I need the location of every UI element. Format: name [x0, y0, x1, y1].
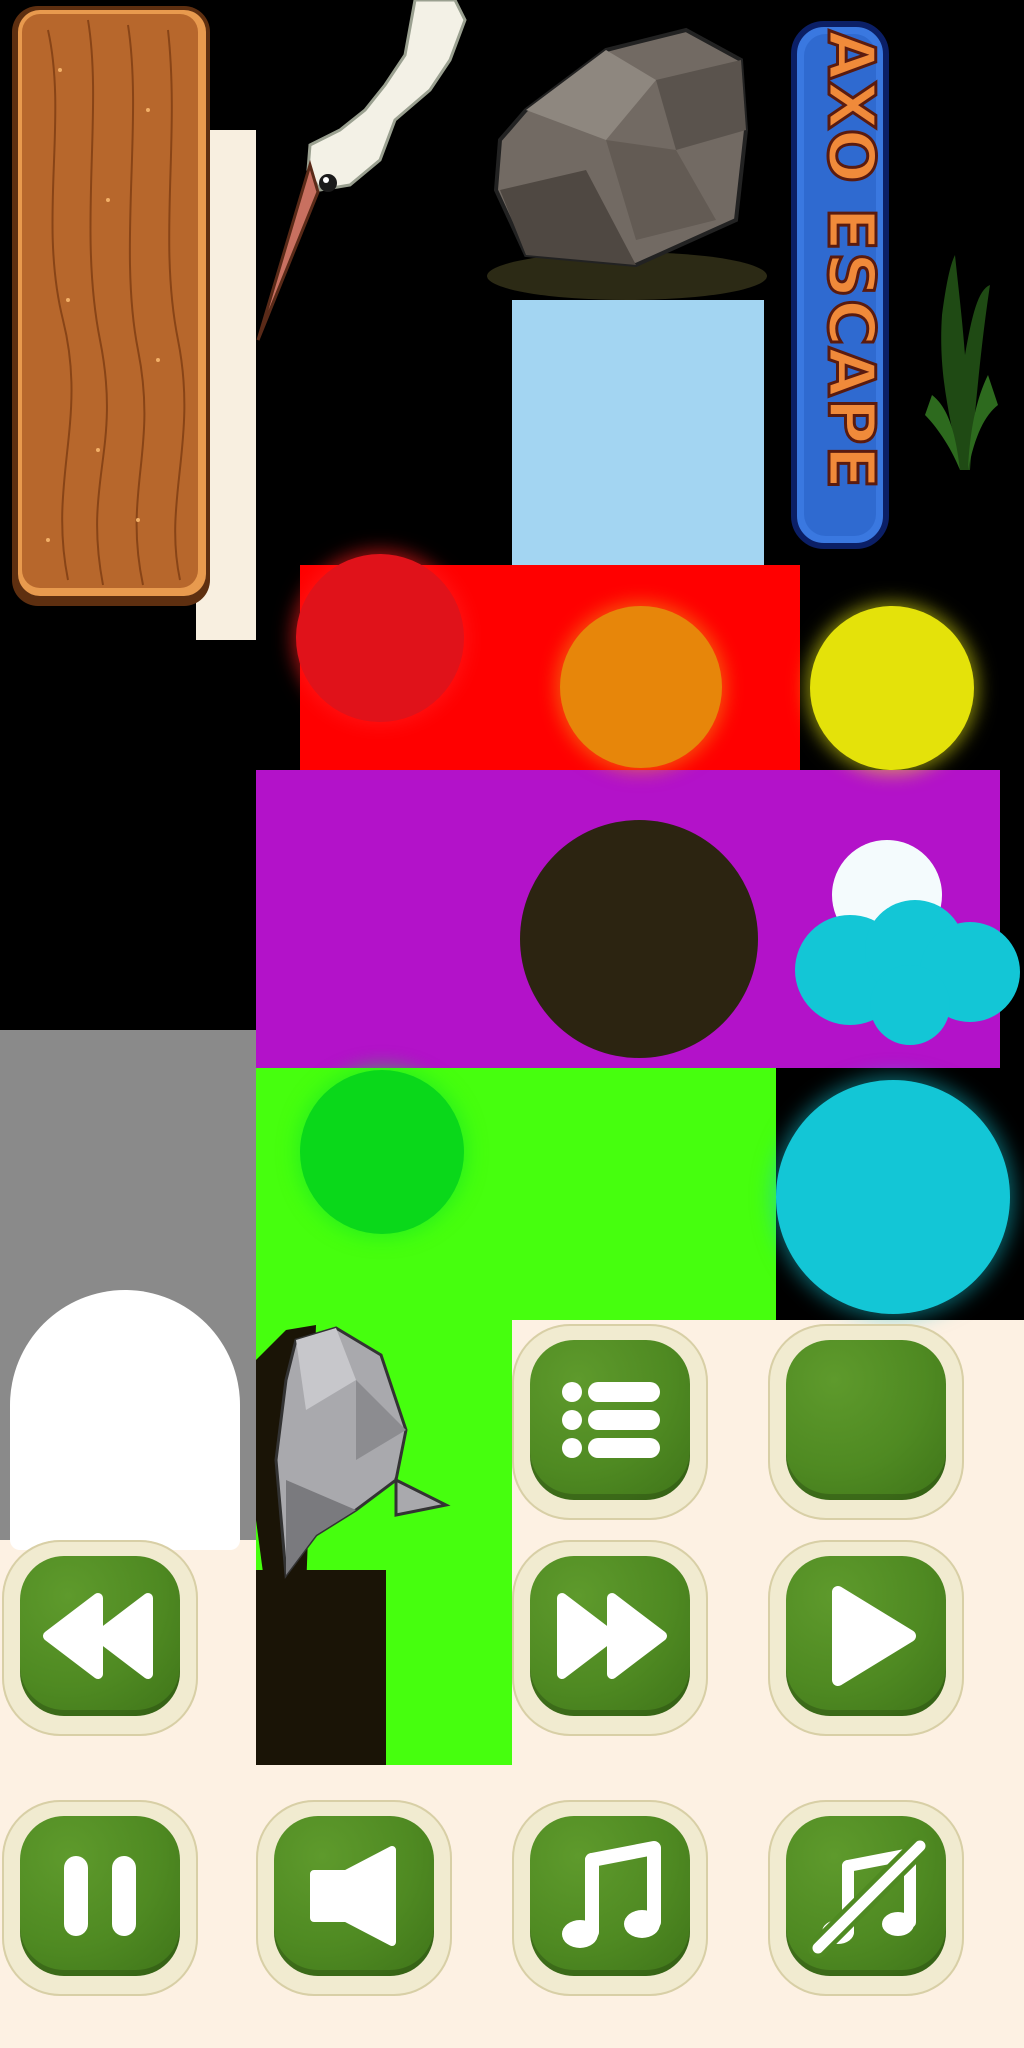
wood-plank [12, 6, 210, 606]
rewind-icon [43, 1593, 153, 1679]
pause-icon [64, 1856, 136, 1936]
orange-orb [560, 606, 722, 768]
seaweed-plant [925, 255, 998, 470]
fast-forward-icon [557, 1593, 667, 1679]
speaker-icon [310, 1846, 396, 1946]
sky-swatch [512, 300, 764, 570]
heron-head [256, 0, 467, 341]
fast-forward-button[interactable] [512, 1540, 708, 1736]
pause-button[interactable] [2, 1800, 198, 1996]
music-off-icon [808, 1836, 930, 1958]
cyan-orb [776, 1080, 1010, 1314]
grey-rock [256, 1325, 451, 1595]
rewind-button[interactable] [2, 1540, 198, 1736]
dark-orb [520, 820, 758, 1058]
white-blob [10, 1290, 240, 1550]
blank-button[interactable] [768, 1324, 964, 1520]
water-puff [795, 900, 1020, 1045]
music-note-icon [562, 1841, 661, 1948]
green-orb [300, 1070, 464, 1234]
sound-button[interactable] [256, 1800, 452, 1996]
music-off-button[interactable] [768, 1800, 964, 1996]
boulder-top [487, 27, 767, 300]
yellow-orb [810, 606, 974, 770]
play-button[interactable] [768, 1540, 964, 1736]
music-button[interactable] [512, 1800, 708, 1996]
red-orb [296, 554, 464, 722]
menu-icon [562, 1382, 660, 1458]
menu-button[interactable] [512, 1324, 708, 1520]
play-icon [832, 1586, 916, 1686]
game-title: AXO ESCAPE [812, 28, 889, 491]
